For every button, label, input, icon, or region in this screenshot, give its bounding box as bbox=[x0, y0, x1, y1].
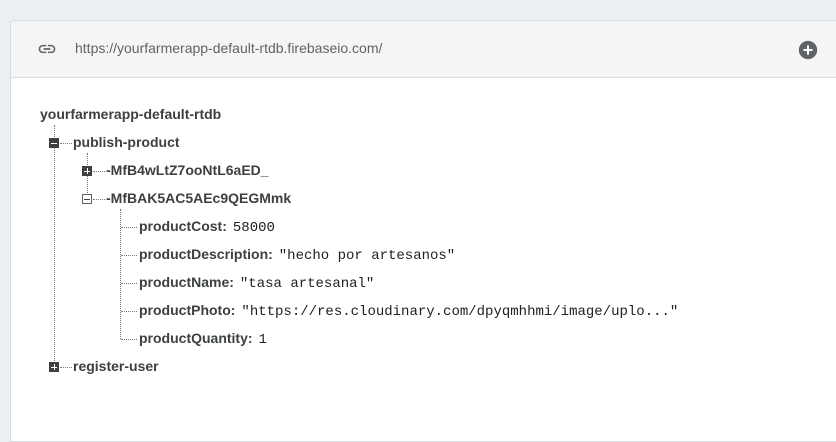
node-key-register-user[interactable]: register-user bbox=[73, 358, 159, 374]
tree-connector bbox=[87, 153, 88, 199]
database-panel: https://yourfarmerapp-default-rtdb.fireb… bbox=[10, 20, 836, 442]
field-value[interactable]: 58000 bbox=[233, 220, 275, 236]
expand-toggle-register-user[interactable] bbox=[49, 362, 59, 372]
tree-connector bbox=[120, 209, 121, 339]
data-tree: yourfarmerapp-default-rtdb publish-produ… bbox=[11, 77, 836, 441]
add-circle-icon[interactable] bbox=[797, 39, 819, 61]
field-key: productCost: bbox=[139, 218, 227, 234]
link-icon[interactable] bbox=[35, 39, 59, 59]
field-value[interactable]: 1 bbox=[259, 332, 267, 348]
database-url[interactable]: https://yourfarmerapp-default-rtdb.fireb… bbox=[75, 40, 382, 56]
field-value[interactable]: "https://res.cloudinary.com/dpyqmhhmi/im… bbox=[241, 304, 678, 320]
tree-connector bbox=[93, 171, 105, 172]
tree-root-key[interactable]: yourfarmerapp-default-rtdb bbox=[40, 106, 221, 122]
expand-toggle-child-1[interactable] bbox=[82, 166, 92, 176]
tree-connector bbox=[121, 227, 137, 228]
node-key-child-2[interactable]: -MfBAK5AC5AEc9QEGMmk bbox=[106, 190, 291, 206]
field-key: productDescription: bbox=[139, 246, 273, 262]
tree-connector bbox=[60, 367, 72, 368]
field-row-product-quantity[interactable]: productQuantity: 1 bbox=[139, 330, 267, 348]
tree-connector bbox=[121, 311, 137, 312]
tree-connector bbox=[121, 255, 137, 256]
tree-connector bbox=[93, 199, 105, 200]
database-url-bar: https://yourfarmerapp-default-rtdb.fireb… bbox=[11, 21, 836, 78]
field-value[interactable]: "hecho por artesanos" bbox=[279, 248, 455, 264]
tree-connector bbox=[121, 339, 137, 340]
field-key: productName: bbox=[139, 274, 234, 290]
node-key-child-1[interactable]: -MfB4wLtZ7ooNtL6aED_ bbox=[106, 162, 269, 178]
collapse-toggle-publish-product[interactable] bbox=[49, 138, 59, 148]
tree-connector bbox=[60, 143, 72, 144]
field-key: productPhoto: bbox=[139, 302, 236, 318]
tree-connector bbox=[121, 283, 137, 284]
collapse-toggle-child-2[interactable] bbox=[82, 194, 92, 204]
tree-connector bbox=[54, 125, 55, 367]
field-value[interactable]: "tasa artesanal" bbox=[240, 276, 374, 292]
node-key-publish-product[interactable]: publish-product bbox=[73, 134, 180, 150]
field-row-product-cost[interactable]: productCost: 58000 bbox=[139, 218, 275, 236]
field-row-product-name[interactable]: productName: "tasa artesanal" bbox=[139, 274, 374, 292]
field-row-product-photo[interactable]: productPhoto: "https://res.cloudinary.com… bbox=[139, 302, 678, 320]
field-row-product-description[interactable]: productDescription: "hecho por artesanos" bbox=[139, 246, 455, 264]
field-key: productQuantity: bbox=[139, 330, 253, 346]
